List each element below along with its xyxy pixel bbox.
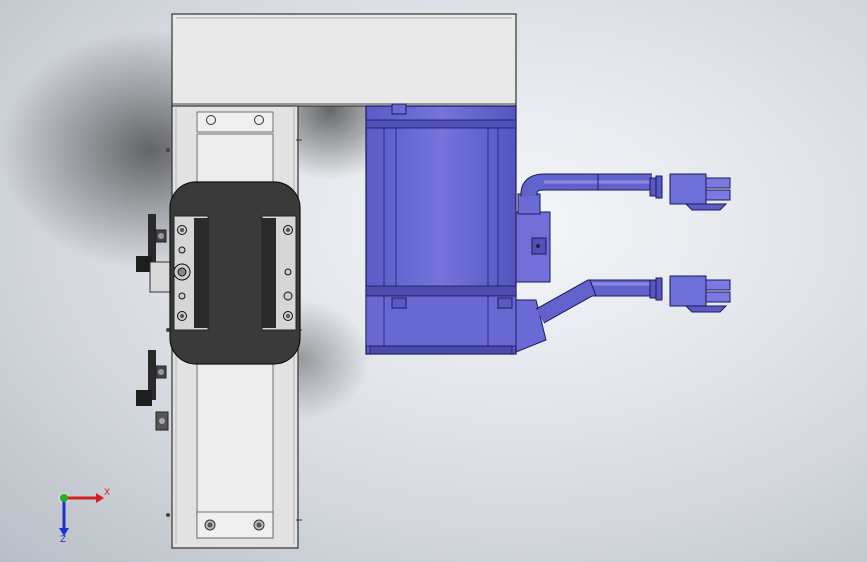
cad-graphics-viewport[interactable]: X Z xyxy=(0,0,867,562)
motor-encoder-cable[interactable] xyxy=(535,277,663,324)
x-axis-label: X xyxy=(104,488,110,498)
carriage-slider[interactable] xyxy=(169,181,301,365)
motor-power-cable[interactable] xyxy=(520,173,663,199)
y-axis-dot xyxy=(60,494,68,502)
top-cover-plate[interactable] xyxy=(171,13,517,107)
servo-motor[interactable] xyxy=(365,103,551,355)
x-axis-arrowhead xyxy=(96,493,104,503)
encoder-cable-connector[interactable] xyxy=(669,275,731,313)
orientation-triad[interactable]: X Z xyxy=(52,484,112,544)
limit-sensor-lower[interactable] xyxy=(136,350,169,431)
model-view[interactable] xyxy=(0,0,867,562)
power-cable-connector[interactable] xyxy=(669,173,731,211)
z-axis-label: Z xyxy=(60,535,66,544)
